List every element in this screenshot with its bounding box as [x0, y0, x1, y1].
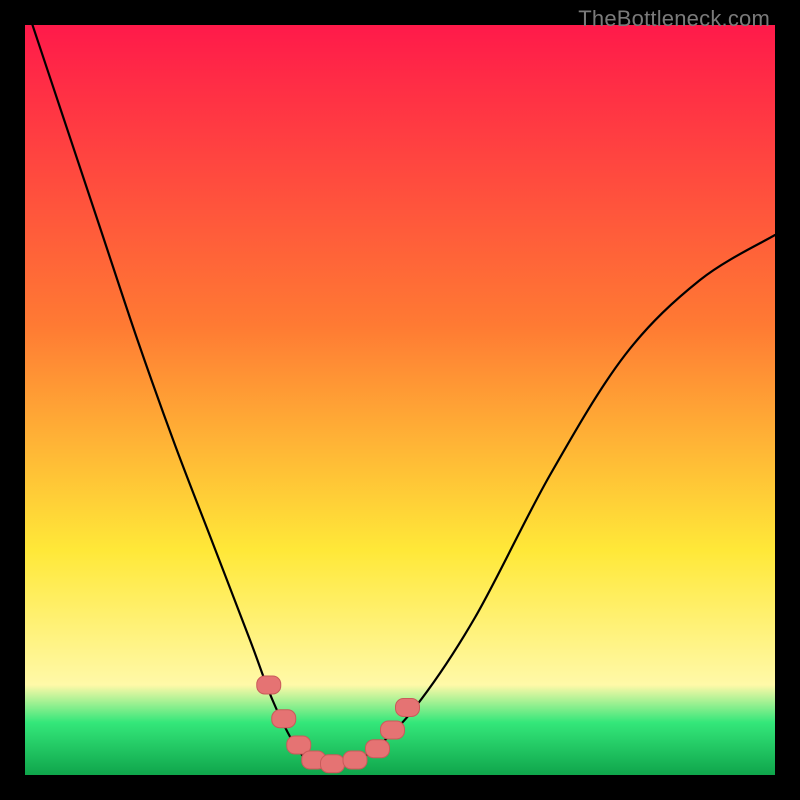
watermark-text: TheBottleneck.com — [578, 6, 770, 32]
chart-frame — [0, 0, 800, 800]
